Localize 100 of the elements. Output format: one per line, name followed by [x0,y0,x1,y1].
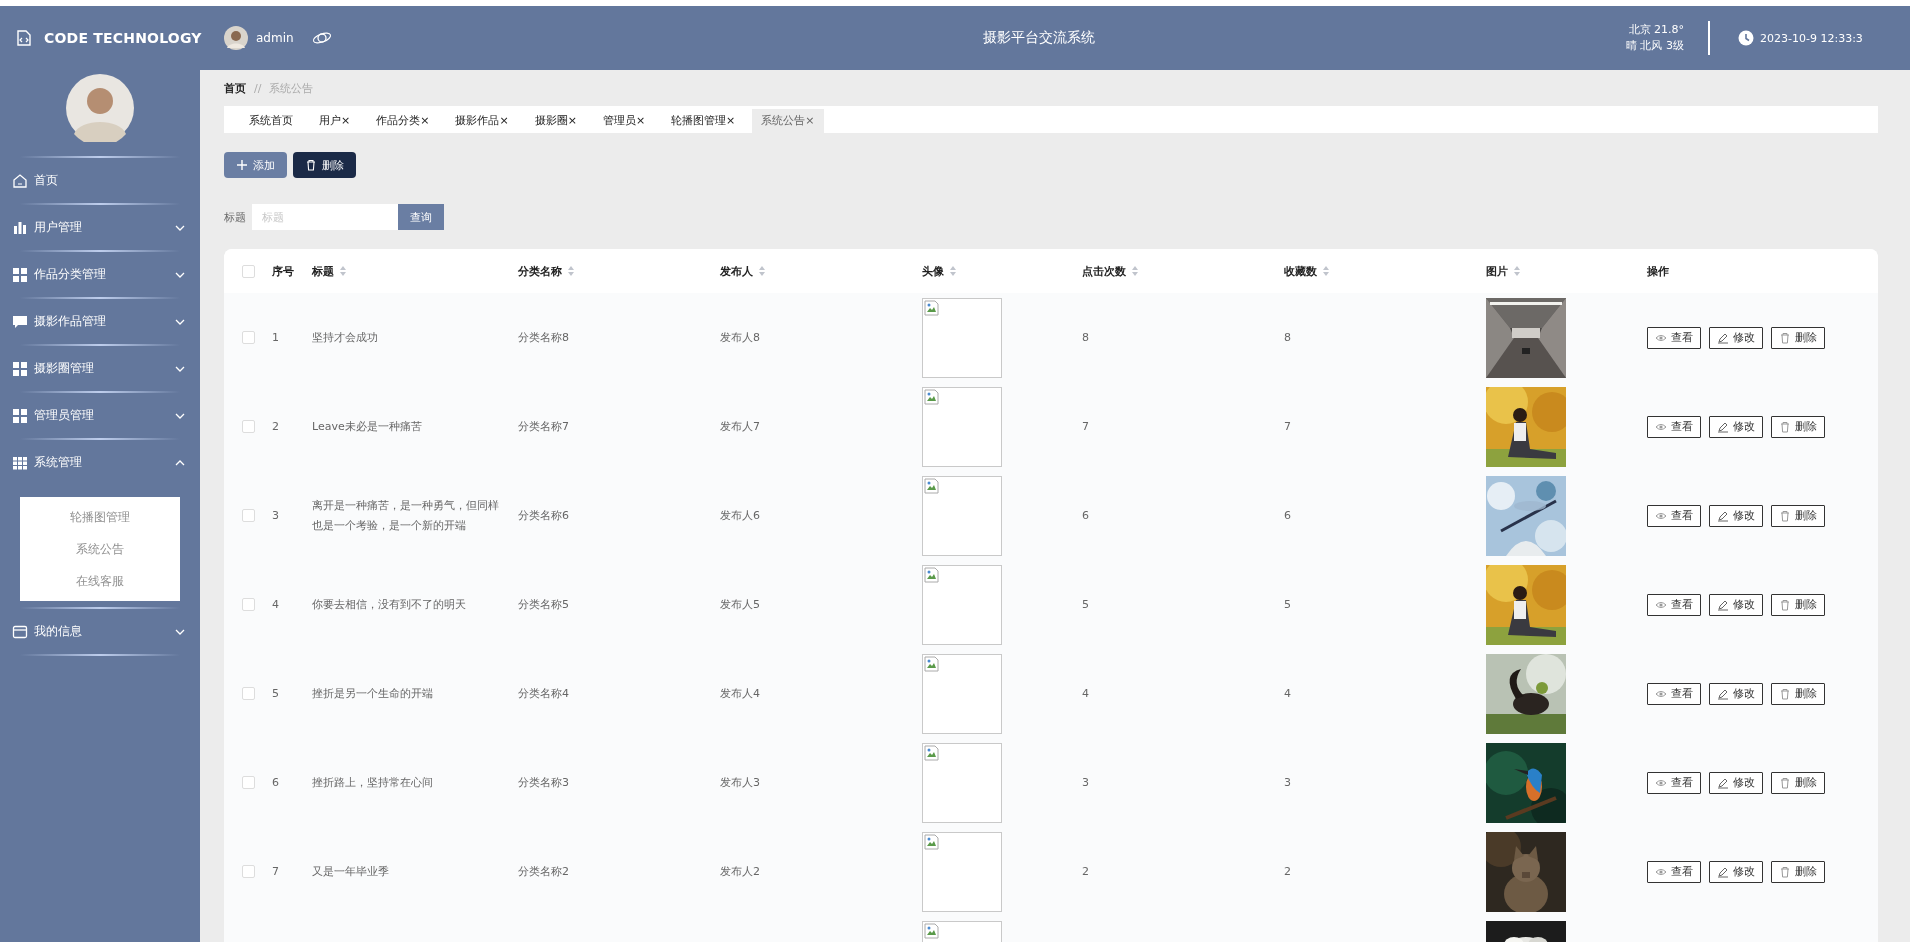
chat-icon [12,313,28,330]
grid-icon [12,266,28,283]
breadcrumb-item: 系统公告 [269,80,314,96]
grid-icon [12,407,28,424]
table-cell-text: 发布人8 [720,329,760,346]
submenu-item[interactable]: 系统公告 [20,533,180,565]
bar-chart-icon [12,219,28,236]
view-button[interactable]: 查看 [1647,860,1701,883]
delete-button[interactable]: 删除 [293,152,356,178]
table-cell-text: 分类名称5 [518,596,569,613]
view-button[interactable]: 查看 [1647,326,1701,349]
view-button[interactable]: 查看 [1647,682,1701,705]
edit-button[interactable]: 修改 [1709,771,1763,794]
search-label: 标题 [224,209,246,225]
table-cell-text: Leave未必是一种痛苦 [312,418,422,435]
delete-button[interactable]: 删除 [1771,771,1825,794]
table-cell-text: 6 [1284,507,1291,524]
menu-label[interactable]: 用户管理 [34,219,168,236]
table-cell-text: 发布人3 [720,774,760,791]
weather-text: 晴 北风 3级 [1626,38,1684,54]
edit-button[interactable]: 修改 [1709,415,1763,438]
trash-icon [1779,687,1791,700]
home-icon [12,172,28,189]
table-cell-text: 你要去相信，没有到不了的明天 [312,596,466,613]
menu-label[interactable]: 首页 [34,172,190,189]
table-cell-text: 离开是一种痛苦，是一种勇气，但同样也是一个考验，是一个新的开端 [312,497,500,534]
checkbox[interactable] [241,264,255,278]
checkbox[interactable] [241,509,255,522]
checkbox[interactable] [241,776,255,789]
edit-button[interactable]: 修改 [1709,326,1763,349]
sort-icon[interactable] [1513,265,1521,277]
table-cell-text: 5 [272,685,279,702]
checkbox[interactable] [241,331,255,344]
table-cell-text: 4 [1284,685,1291,702]
view-button[interactable]: 查看 [1647,771,1701,794]
pencil-icon [1717,509,1729,522]
user-name[interactable]: admin [256,31,294,45]
delete-button[interactable]: 删除 [1771,415,1825,438]
breadcrumb-item[interactable]: 首页 [224,80,246,96]
sort-icon[interactable] [758,265,766,277]
menu-label[interactable]: 作品分类管理 [34,266,168,283]
table-cell-text: 8 [1284,329,1291,346]
menu-label[interactable]: 摄影作品管理 [34,313,168,330]
edit-button[interactable]: 修改 [1709,682,1763,705]
menu-label[interactable]: 我的信息 [34,623,168,640]
checkbox[interactable] [241,687,255,700]
trash-icon [1779,331,1791,344]
table-cell-text: 7 [272,863,279,880]
checkbox[interactable] [241,865,255,878]
clock-icon [1738,30,1754,46]
pencil-icon [1717,420,1729,433]
edit-button[interactable]: 修改 [1709,504,1763,527]
table-cell-text: 4 [272,596,279,613]
tab[interactable]: 系统公告× [752,109,824,133]
checkbox[interactable] [241,598,255,611]
edit-button[interactable]: 修改 [1709,860,1763,883]
view-button[interactable]: 查看 [1647,593,1701,616]
table-cell-text: 发布人5 [720,596,760,613]
table-cell-text: 6 [272,774,279,791]
tab[interactable]: 管理员× [593,109,655,133]
table-cell-text: 1 [272,329,279,346]
delete-button[interactable]: 删除 [1771,682,1825,705]
delete-button[interactable]: 删除 [1771,593,1825,616]
grid-icon [12,360,28,377]
table-cell-text: 挫折路上，坚持常在心间 [312,774,433,791]
checkbox[interactable] [241,420,255,433]
trash-icon [1779,420,1791,433]
tab[interactable]: 摄影作品× [446,109,518,133]
table-cell-text: 发布人6 [720,507,760,524]
tab[interactable]: 系统首页 [240,109,302,133]
tab[interactable]: 作品分类× [367,109,439,133]
menu-label[interactable]: 摄影圈管理 [34,360,168,377]
query-button[interactable]: 查询 [398,204,444,230]
delete-button[interactable]: 删除 [1771,504,1825,527]
user-avatar-icon[interactable] [224,26,248,50]
view-button[interactable]: 查看 [1647,504,1701,527]
pencil-icon [1717,865,1729,878]
delete-button[interactable]: 删除 [1771,326,1825,349]
add-button[interactable]: 添加 [224,152,287,178]
sort-icon[interactable] [949,265,957,277]
table-cell-text: 7 [1284,418,1291,435]
tab[interactable]: 摄影圈× [525,109,586,133]
sort-icon[interactable] [1322,265,1330,277]
submenu-item[interactable]: 轮播图管理 [20,501,180,533]
tab[interactable]: 轮播图管理× [662,109,745,133]
view-button[interactable]: 查看 [1647,415,1701,438]
trash-icon [305,159,317,171]
delete-button[interactable]: 删除 [1771,860,1825,883]
table-cell-text: 8 [1082,329,1089,346]
tab[interactable]: 用户× [310,109,360,133]
pencil-icon [1717,776,1729,789]
sort-icon[interactable] [567,265,575,277]
sort-icon[interactable] [1131,265,1139,277]
menu-label[interactable]: 系统管理 [34,454,168,471]
table-cell-text: 5 [1284,596,1291,613]
column-header: 点击次数 [1082,263,1126,279]
menu-label[interactable]: 管理员管理 [34,407,168,424]
table-cell-text: 挫折是另一个生命的开端 [312,685,433,702]
edit-button[interactable]: 修改 [1709,593,1763,616]
sort-icon[interactable] [339,265,347,277]
